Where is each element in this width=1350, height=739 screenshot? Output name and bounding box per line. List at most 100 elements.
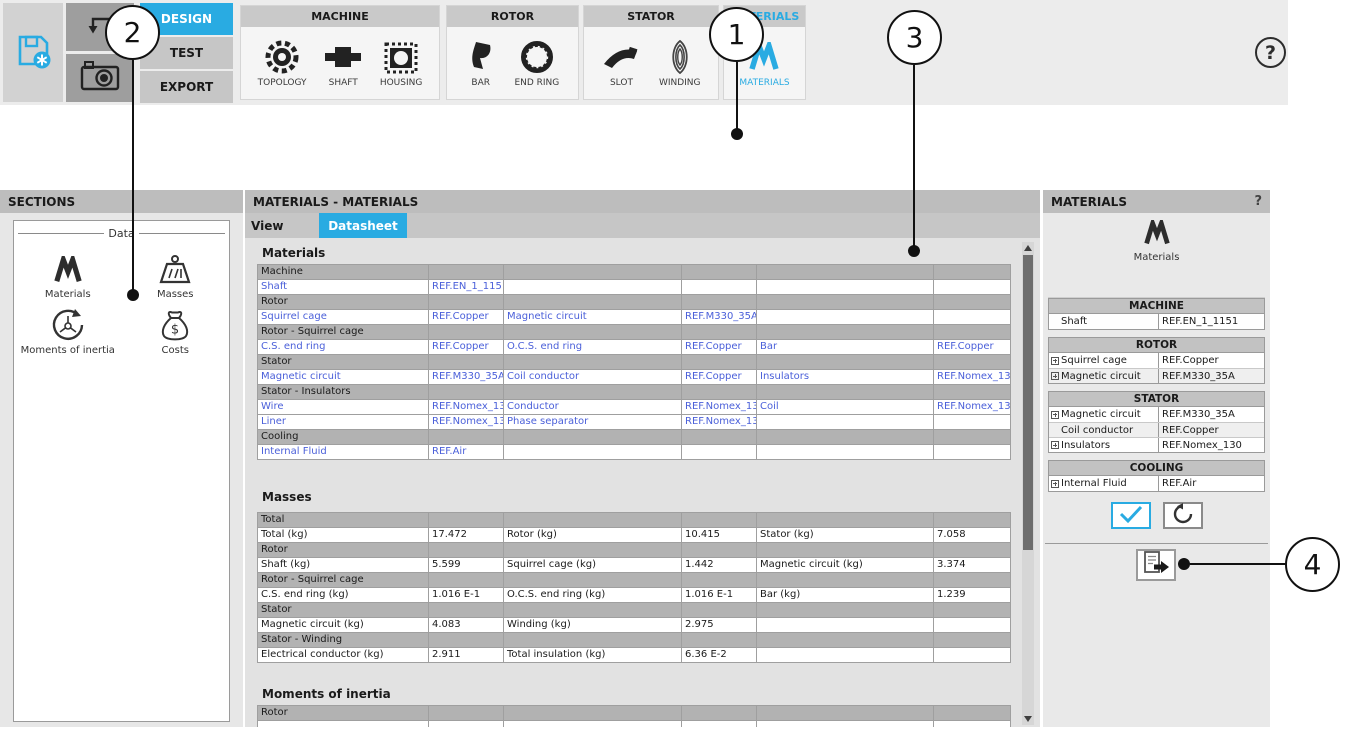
- expand-icon[interactable]: [1051, 441, 1059, 449]
- callout-line: [1190, 563, 1286, 565]
- table-row: Shaft (kg) 5.599 Squirrel cage (kg) 1.44…: [258, 558, 1011, 573]
- expand-icon[interactable]: [1051, 372, 1059, 380]
- material-assignment-row[interactable]: Internal Fluid REF.Air: [1049, 476, 1264, 491]
- callout-2: 2: [105, 5, 160, 60]
- sidebar-item-moments-of-inertia[interactable]: Moments of inertia: [14, 304, 122, 360]
- material-assignment-row[interactable]: Coil conductor REF.Copper: [1049, 422, 1264, 437]
- help-button[interactable]: ?: [1255, 37, 1286, 68]
- gear-icon: [264, 38, 300, 76]
- divider: [1045, 543, 1268, 544]
- sections-panel-title: SECTIONS: [0, 190, 243, 213]
- materials-m-icon: [1143, 220, 1171, 250]
- camera-button[interactable]: [66, 54, 134, 102]
- materials-table: Machine Shaft REF.EN_1_1151: [257, 264, 1011, 460]
- sidebar-item-materials[interactable]: Materials: [14, 248, 122, 304]
- callout-dot: [731, 128, 743, 140]
- table-row: Rotor - Squirrel cage: [258, 573, 1011, 588]
- export-document-icon: [1142, 550, 1170, 580]
- ribbon-group-stator: STATOR SLOT: [583, 5, 719, 100]
- masses-table: Total Total (kg) 17.472 Rotor (kg) 10.41…: [257, 512, 1011, 663]
- callout-dot: [908, 245, 920, 257]
- table-row[interactable]: Wire REF.Nomex_130 Conductor REF.Nomex_1…: [258, 400, 1011, 415]
- export-button[interactable]: [1136, 549, 1176, 581]
- reset-button[interactable]: [1163, 502, 1203, 529]
- ribbon-group-title: STATOR: [584, 6, 718, 27]
- callout-3: 3: [887, 10, 942, 65]
- ribbon-item-end-ring[interactable]: END RING: [514, 38, 559, 88]
- materials-logo-block: Materials: [1043, 220, 1270, 263]
- table-row: Total: [258, 513, 1011, 528]
- app-screen: DESIGN TEST EXPORT MACHINE TOPOLOGY: [0, 0, 1350, 739]
- ribbon-group-title: ROTOR: [447, 6, 578, 27]
- callout-line: [736, 62, 738, 130]
- scroll-up-arrow[interactable]: [1022, 242, 1034, 254]
- expand-icon[interactable]: [1051, 357, 1059, 365]
- group-stator: STATOR Magnetic circuit REF.M330_35A Coi…: [1048, 391, 1265, 453]
- material-assignment-row[interactable]: Magnetic circuit REF.M330_35A: [1049, 407, 1264, 422]
- ribbon-item-shaft[interactable]: SHAFT: [323, 38, 363, 88]
- side-panel-title: MATERIALS: [1051, 195, 1127, 209]
- ribbon-item-topology[interactable]: TOPOLOGY: [258, 38, 307, 88]
- callout-1: 1: [709, 7, 764, 62]
- apply-button[interactable]: [1111, 502, 1151, 529]
- material-assignment-row[interactable]: Shaft REF.EN_1_1151: [1049, 314, 1264, 329]
- expand-icon[interactable]: [1051, 411, 1059, 419]
- expand-icon[interactable]: [1051, 480, 1059, 488]
- datasheet-tab-bar: View Datasheet: [245, 213, 1040, 238]
- winding-icon: [664, 38, 696, 76]
- sections-data-box: Data Materials Mas: [13, 220, 230, 722]
- ribbon-item-bar[interactable]: BAR: [466, 38, 496, 88]
- ribbon-item-housing[interactable]: HOUSING: [380, 38, 423, 88]
- table-row[interactable]: Shaft REF.EN_1_1151: [258, 280, 1011, 295]
- weight-icon: [158, 254, 192, 286]
- sidebar-item-costs[interactable]: $ Costs: [122, 304, 230, 360]
- table-row: Stator - Winding: [258, 633, 1011, 648]
- panel-help-button[interactable]: ?: [1254, 194, 1262, 209]
- sections-panel: SECTIONS Data Materials: [0, 190, 243, 727]
- scroll-down-arrow[interactable]: [1022, 713, 1034, 725]
- table-row[interactable]: Liner REF.Nomex_130 Phase separator REF.…: [258, 415, 1011, 430]
- material-assignment-row[interactable]: Insulators REF.Nomex_130: [1049, 437, 1264, 452]
- table-row[interactable]: Magnetic circuit REF.M330_35A Coil condu…: [258, 370, 1011, 385]
- group-rotor: ROTOR Squirrel cage REF.Copper Magnetic …: [1048, 337, 1265, 384]
- ribbon-item-winding[interactable]: WINDING: [659, 38, 701, 88]
- save-icon: [12, 30, 54, 76]
- tab-export[interactable]: EXPORT: [140, 71, 233, 103]
- material-assignment-row[interactable]: Magnetic circuit REF.M330_35A: [1049, 368, 1264, 383]
- table-row: Stator: [258, 355, 1011, 370]
- housing-icon: [383, 38, 419, 76]
- ribbon-group-title: MACHINE: [241, 6, 439, 27]
- table-row: Cooling: [258, 430, 1011, 445]
- vertical-scrollbar[interactable]: [1022, 242, 1034, 725]
- materials-section-heading: Materials: [262, 246, 325, 260]
- ribbon-item-slot[interactable]: SLOT: [601, 38, 641, 88]
- callout-dot: [127, 289, 139, 301]
- tab-view[interactable]: View: [245, 213, 319, 238]
- table-row[interactable]: Squirrel cage REF.Copper Magnetic circui…: [258, 310, 1011, 325]
- checkmark-icon: [1118, 504, 1144, 528]
- main-panel-title: MATERIALS - MATERIALS: [245, 190, 1040, 213]
- table-row: Magnetic circuit (kg) 4.083 Winding (kg)…: [258, 618, 1011, 633]
- camera-icon: [79, 60, 121, 96]
- data-group-label: Data: [18, 227, 225, 240]
- table-row: Total (kg) 17.472 Rotor (kg) 10.415 Stat…: [258, 528, 1011, 543]
- table-row: Rotor: [258, 706, 1011, 721]
- shaft-icon: [323, 38, 363, 76]
- table-row[interactable]: C.S. end ring REF.Copper O.C.S. end ring…: [258, 340, 1011, 355]
- save-button[interactable]: [3, 3, 63, 102]
- callout-dot: [1178, 558, 1190, 570]
- materials-logo-label: Materials: [1134, 252, 1180, 263]
- callout-line: [132, 60, 134, 290]
- slot-icon: [601, 38, 641, 76]
- table-row: Electrical conductor (kg) 2.911 Total in…: [258, 648, 1011, 663]
- table-row: Rotor: [258, 295, 1011, 310]
- material-assignment-groups: MACHINE Shaft REF.EN_1_1151 ROTOR: [1048, 297, 1265, 499]
- inertia-section-heading: Moments of inertia: [262, 687, 391, 701]
- ribbon: DESIGN TEST EXPORT MACHINE TOPOLOGY: [0, 0, 1288, 105]
- table-row[interactable]: Internal Fluid REF.Air: [258, 445, 1011, 460]
- materials-m-icon: [53, 254, 83, 286]
- scrollbar-thumb[interactable]: [1023, 255, 1033, 550]
- table-row: Stator - Insulators: [258, 385, 1011, 400]
- tab-datasheet[interactable]: Datasheet: [319, 213, 407, 238]
- material-assignment-row[interactable]: Squirrel cage REF.Copper: [1049, 353, 1264, 368]
